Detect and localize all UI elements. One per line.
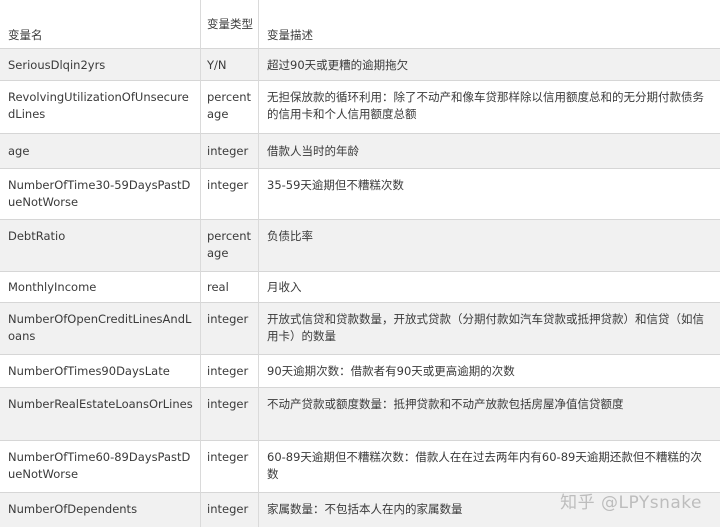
cell-variable-name: MonthlyIncome bbox=[0, 272, 200, 303]
cell-variable-type: integer bbox=[200, 441, 258, 493]
cell-variable-name: NumberOfTime30-59DaysPastDueNotWorse bbox=[0, 169, 200, 220]
cell-variable-description: 35-59天逾期但不糟糕次数 bbox=[258, 169, 720, 220]
cell-variable-type: integer bbox=[200, 493, 258, 527]
cell-variable-name: NumberOfOpenCreditLinesAndLoans bbox=[0, 303, 200, 355]
table-row: SeriousDlqin2yrs Y/N 超过90天或更糟的逾期拖欠 bbox=[0, 49, 720, 81]
cell-variable-description: 负债比率 bbox=[258, 220, 720, 272]
table-row: DebtRatio percentage 负债比率 bbox=[0, 220, 720, 272]
cell-variable-type: percentage bbox=[200, 81, 258, 134]
header-variable-description: 变量描述 bbox=[258, 0, 720, 49]
cell-variable-description: 月收入 bbox=[258, 272, 720, 303]
cell-variable-name: RevolvingUtilizationOfUnsecuredLines bbox=[0, 81, 200, 134]
cell-variable-name: SeriousDlqin2yrs bbox=[0, 49, 200, 81]
header-variable-name: 变量名 bbox=[0, 0, 200, 49]
cell-variable-name: age bbox=[0, 134, 200, 169]
cell-variable-type: integer bbox=[200, 169, 258, 220]
cell-variable-description: 超过90天或更糟的逾期拖欠 bbox=[258, 49, 720, 81]
cell-variable-description: 90天逾期次数：借款者有90天或更高逾期的次数 bbox=[258, 355, 720, 388]
cell-variable-description: 借款人当时的年龄 bbox=[258, 134, 720, 169]
cell-variable-type: real bbox=[200, 272, 258, 303]
table-header-row: 变量名 变量类型 变量描述 bbox=[0, 0, 720, 49]
table-row: NumberOfTimes90DaysLate integer 90天逾期次数：… bbox=[0, 355, 720, 388]
cell-variable-name: NumberRealEstateLoansOrLines bbox=[0, 388, 200, 441]
cell-variable-name: NumberOfDependents bbox=[0, 493, 200, 527]
cell-variable-name: DebtRatio bbox=[0, 220, 200, 272]
table-row: MonthlyIncome real 月收入 bbox=[0, 272, 720, 303]
cell-variable-type: integer bbox=[200, 134, 258, 169]
watermark-text: 知乎 @LPYsnake bbox=[560, 493, 702, 513]
cell-variable-description: 无担保放款的循环利用：除了不动产和像车贷那样除以信用额度总和的无分期付款债务的信… bbox=[258, 81, 720, 134]
variable-table: 变量名 变量类型 变量描述 SeriousDlqin2yrs Y/N 超过90天… bbox=[0, 0, 720, 527]
header-variable-type: 变量类型 bbox=[200, 0, 258, 49]
cell-variable-description: 不动产贷款或额度数量：抵押贷款和不动产放款包括房屋净值信贷额度 bbox=[258, 388, 720, 441]
cell-variable-type: integer bbox=[200, 355, 258, 388]
cell-variable-type: Y/N bbox=[200, 49, 258, 81]
table-row: RevolvingUtilizationOfUnsecuredLines per… bbox=[0, 81, 720, 134]
cell-variable-name: NumberOfTimes90DaysLate bbox=[0, 355, 200, 388]
table-row: NumberOfTime30-59DaysPastDueNotWorse int… bbox=[0, 169, 720, 220]
table-row: NumberRealEstateLoansOrLines integer 不动产… bbox=[0, 388, 720, 441]
cell-variable-name: NumberOfTime60-89DaysPastDueNotWorse bbox=[0, 441, 200, 493]
cell-variable-description: 60-89天逾期但不糟糕次数：借款人在在过去两年内有60-89天逾期还款但不糟糕… bbox=[258, 441, 720, 493]
table-row: age integer 借款人当时的年龄 bbox=[0, 134, 720, 169]
table-row: NumberOfOpenCreditLinesAndLoans integer … bbox=[0, 303, 720, 355]
cell-variable-description: 开放式信贷和贷款数量，开放式贷款（分期付款如汽车贷款或抵押贷款）和信贷（如信用卡… bbox=[258, 303, 720, 355]
table-row: NumberOfTime60-89DaysPastDueNotWorse int… bbox=[0, 441, 720, 493]
cell-variable-type: integer bbox=[200, 303, 258, 355]
cell-variable-type: percentage bbox=[200, 220, 258, 272]
cell-variable-type: integer bbox=[200, 388, 258, 441]
